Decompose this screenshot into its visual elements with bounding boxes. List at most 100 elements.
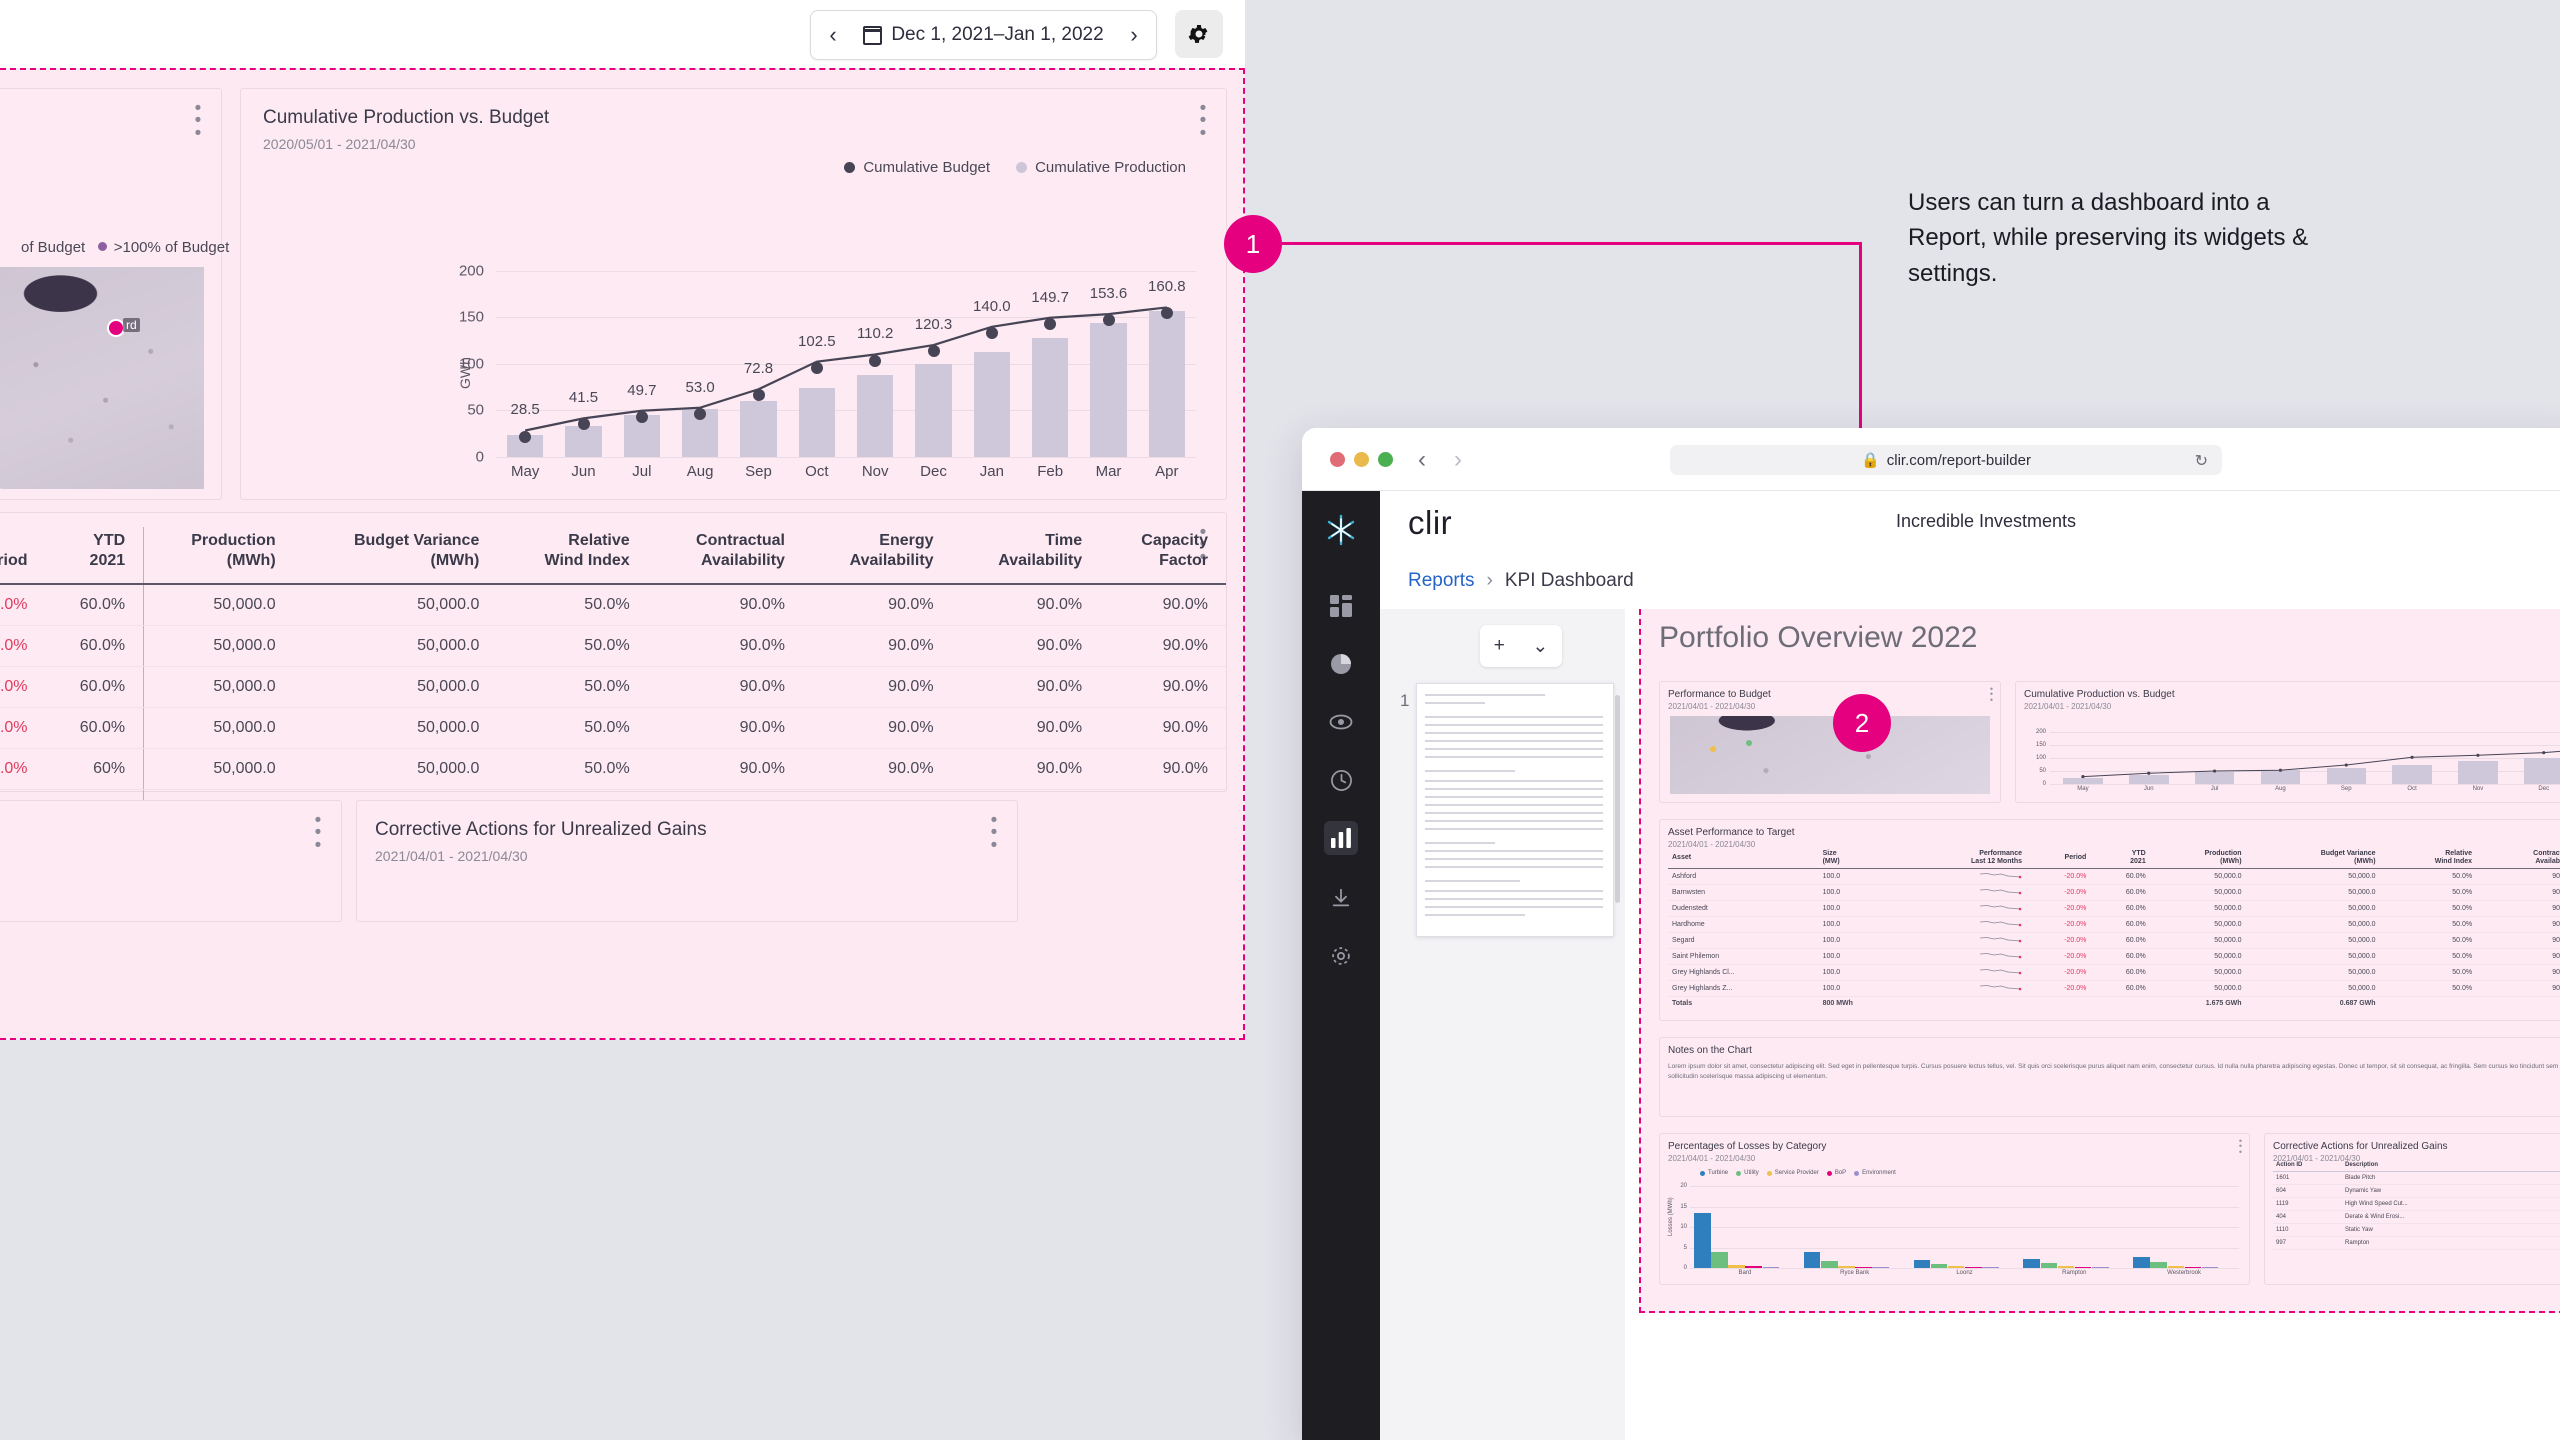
report-widget-cumulative[interactable]: ••• Cumulative Production vs. Budget 202…: [2015, 681, 2560, 803]
table-cell: 90.0%: [802, 666, 952, 708]
browser-back-button[interactable]: ‹: [1418, 446, 1426, 474]
widget-menu-icon[interactable]: • • •: [1194, 99, 1212, 143]
table-cell: [1900, 964, 2026, 982]
bar: [1982, 1267, 1999, 1268]
star-logo-icon[interactable]: [1324, 513, 1358, 547]
report-selected-section[interactable]: Portfolio Overview 2022 • • • Performance …: [1639, 609, 2560, 1313]
report-preview[interactable]: clir Portfolio Report June 2021 2021/06/…: [1625, 609, 2560, 1440]
table-row[interactable]: 1110Static Yaw2,000Bard⋯: [2273, 1223, 2560, 1238]
widget-menu-icon[interactable]: • • •: [1990, 684, 1993, 704]
table-row[interactable]: Ashford 100.0 -20.0% 60.0% 50,000.0 50,000.0 5…: [1668, 868, 2560, 886]
table-cell: 50,000.0: [293, 707, 498, 749]
table-row[interactable]: Dudenstedt 100.0 -20.0% 60.0% 50,000.0 50,000…: [1668, 900, 2560, 918]
widget-menu-icon[interactable]: • • •: [309, 811, 327, 855]
table-row[interactable]: Saint Philemon 100.0 -20.0% 60.0% 50,000.0 50…: [1668, 948, 2560, 966]
map-image[interactable]: rd: [0, 267, 204, 489]
browser-forward-button[interactable]: ›: [1454, 446, 1462, 474]
bar: [1838, 1265, 1855, 1268]
widget-asset-performance-table[interactable]: ••• nce lonthsPeriodYTD 2021Production (…: [0, 512, 1227, 835]
reload-icon[interactable]: ↻: [2195, 451, 2208, 471]
widget-performance-to-budget[interactable]: • • • of Budget >100% of Budget rd: [0, 88, 229, 500]
breadcrumb-reports-link[interactable]: Reports: [1408, 570, 1475, 592]
download-icon[interactable]: [1324, 881, 1358, 915]
page-pane-scrollbar[interactable]: [1615, 695, 1620, 903]
report-widget-losses[interactable]: • • • Percentages of Losses by Category 20…: [1659, 1133, 2250, 1285]
table-cell: [1900, 916, 2026, 934]
bar-chart-icon[interactable]: [1324, 821, 1358, 855]
table-row[interactable]: 604Dynamic Yaw4,867Bard⋯: [2273, 1184, 2560, 1199]
breadcrumb-current: KPI Dashboard: [1504, 570, 1634, 591]
table-cell: 100.0: [1818, 964, 1901, 982]
table-cell: -20.0%: [2025, 884, 2091, 902]
dashboard-grid-icon[interactable]: [1324, 589, 1358, 623]
table-row[interactable]: 997Rampton2,440Rampton⋯: [2273, 1236, 2560, 1251]
chart-x-tick: Dec: [920, 463, 947, 480]
table-cell: Segard: [1668, 932, 1819, 950]
close-window-icon[interactable]: [1330, 452, 1345, 467]
table-cell: 90.0%: [2476, 900, 2560, 918]
legend-of-budget: of Budget: [21, 239, 86, 256]
chart-point: [869, 354, 882, 367]
table-cell: [1900, 884, 2026, 902]
pie-chart-icon[interactable]: [1324, 647, 1358, 681]
table-header-row: nce lonthsPeriodYTD 2021Production (MWh)…: [0, 527, 1226, 585]
minimize-window-icon[interactable]: [1354, 452, 1369, 467]
report-widget-asset-table[interactable]: ••• Asset Performance to Target 2021/04/…: [1659, 819, 2560, 1021]
table-row[interactable]: 1119High Wind Speed Cut...3,800Loonz⋯: [2273, 1197, 2560, 1212]
x-tick: Sep: [2340, 786, 2352, 792]
page-options-chevron-icon[interactable]: ⌄: [1532, 635, 1548, 658]
thumbnail-line: [1425, 812, 1603, 814]
date-next-button[interactable]: ›: [1112, 24, 1156, 46]
chart-point: [1160, 307, 1173, 320]
table-cell: 3,800: [2488, 1197, 2560, 1212]
gear-icon[interactable]: [1324, 939, 1358, 973]
table-row[interactable]: 404Derate & Wind Erosi...2,388Westerbroo…: [2273, 1210, 2560, 1225]
table-cell: 50,000.0: [293, 666, 498, 708]
table-cell: 60.0%: [2090, 900, 2150, 918]
widget-bottom-left[interactable]: • • •: [0, 800, 342, 922]
table-row[interactable]: -20.0%60.0%50,000.050,000.050.0%90.0%90.…: [0, 666, 1226, 708]
table-row[interactable]: Grey Highlands Z... 100.0 -20.0% 60.0% 50,00…: [1668, 980, 2560, 998]
date-range-picker[interactable]: ‹ Dec 1, 2021–Jan 1, 2022 ›: [810, 10, 1157, 60]
table-row[interactable]: 1601Blade Pitch7,677Bard⋯: [2273, 1171, 2560, 1186]
chart-point: [635, 410, 648, 423]
clock-icon[interactable]: [1324, 763, 1358, 797]
widget-cumulative-production-vs-budget[interactable]: • • • Cumulative Production vs. Budget 202…: [240, 88, 1227, 500]
thumbnail-line: [1425, 694, 1545, 696]
settings-button[interactable]: [1175, 10, 1223, 58]
widget-menu-icon[interactable]: • • •: [2239, 1136, 2242, 1156]
table-row[interactable]: Segard 100.0 -20.0% 60.0% 50,000.0 50,000.0 50…: [1668, 932, 2560, 950]
y-tick: 150: [2035, 741, 2046, 748]
eye-icon[interactable]: [1324, 705, 1358, 739]
table-row[interactable]: Hardhome 100.0 -20.0% 60.0% 50,000.0 50,000.0…: [1668, 916, 2560, 934]
chart-data-label: 53.0: [685, 378, 715, 396]
table-column-header: YTD 2021: [2090, 848, 2150, 870]
chart-legend: Cumulative Budget Cumulative Production: [844, 159, 1186, 176]
widget-menu-icon[interactable]: • • •: [985, 811, 1003, 855]
table-cell: 60.0%: [2090, 868, 2150, 886]
add-page-button[interactable]: +: [1494, 635, 1505, 657]
bar: [1965, 1266, 1982, 1268]
table-row[interactable]: -20.0%60.0%50,000.050,000.050.0%90.0%90.…: [0, 707, 1226, 749]
bar: [2150, 1262, 2167, 1268]
widget-menu-icon[interactable]: • • •: [189, 99, 207, 143]
report-widget-performance[interactable]: • • • Performance to Budget 2021/04/01 - 2…: [1659, 681, 2001, 803]
table-row[interactable]: Barnwsten 100.0 -20.0% 60.0% 50,000.0 50,000.…: [1668, 884, 2560, 902]
table-total-cell: [2380, 997, 2477, 1011]
date-prev-button[interactable]: ‹: [811, 24, 855, 46]
table-row[interactable]: -20.0%60.0%50,000.050,000.050.0%90.0%90.…: [0, 584, 1226, 626]
dashboard-panel: ‹ Dec 1, 2021–Jan 1, 2022 › • • • of Budge…: [0, 0, 1245, 1040]
table-row[interactable]: -20.0%60.0%50,000.050,000.050.0%90.0%90.…: [0, 625, 1226, 667]
table-row[interactable]: -20.0%60%50,000.050,000.050.0%90.0%90.0%…: [0, 748, 1226, 790]
bar: [1745, 1266, 1763, 1268]
table-total-cell: 1.675 GWh: [2205, 1000, 2242, 1008]
widget-corrective-actions[interactable]: • • • Corrective Actions for Unrealized Ga…: [356, 800, 1018, 922]
report-widget-corrective[interactable]: ••• Corrective Actions for Unrealized Ga…: [2264, 1133, 2560, 1285]
report-widget-notes[interactable]: Notes on the Chart Lorem ipsum dolor sit…: [1659, 1037, 2560, 1117]
browser-url-bar[interactable]: 🔒 clir.com/report-builder ↻: [1670, 445, 2222, 475]
table-totals-row: Totals 800 MWh 1.675 GWh 0.687 GWh: [1668, 997, 2560, 1011]
page-thumbnail[interactable]: [1416, 683, 1614, 937]
maximize-window-icon[interactable]: [1378, 452, 1393, 467]
breadcrumb-separator-icon: ›: [1486, 570, 1493, 591]
table-row[interactable]: Grey Highlands Cl... 100.0 -20.0% 60.0% 50,0…: [1668, 964, 2560, 982]
